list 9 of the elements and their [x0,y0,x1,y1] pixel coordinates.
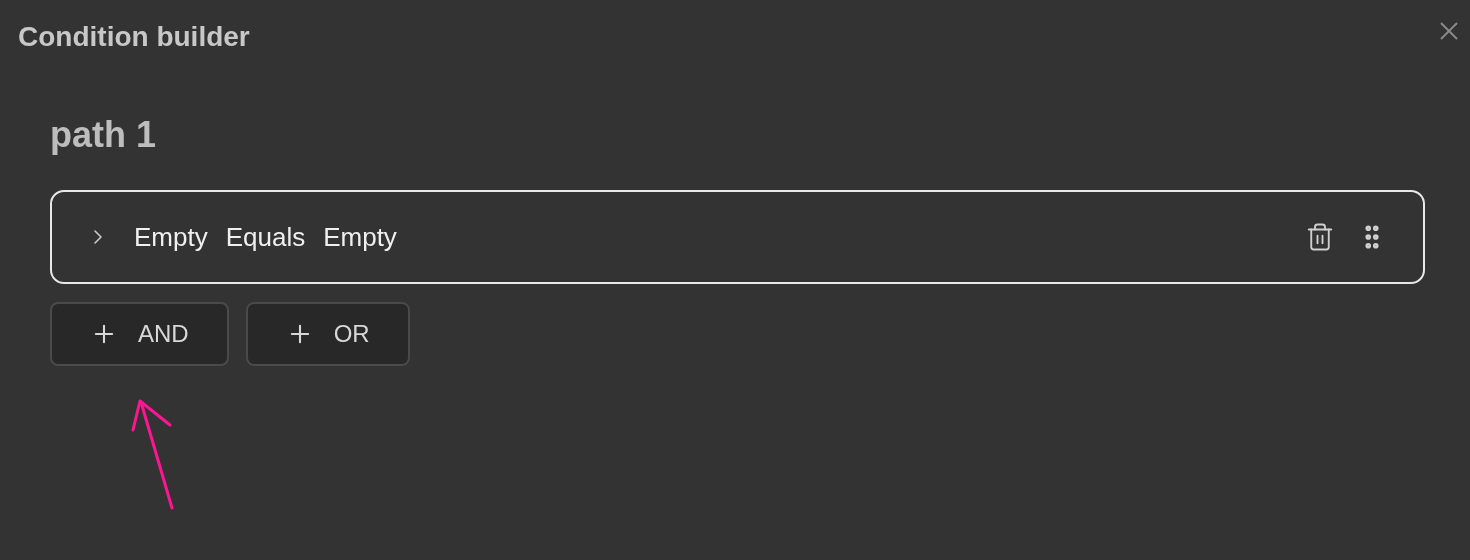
path-title: path 1 [50,113,157,157]
add-condition-button[interactable]: OR [245,302,410,366]
trash-icon[interactable] [1305,222,1335,252]
condition-row[interactable]: Empty Equals Empty [50,190,1425,284]
add-condition-button[interactable]: AND [50,302,229,366]
condition-token[interactable]: Empty [134,217,208,257]
condition-token[interactable]: Empty [323,217,397,257]
dialog-title: Condition builder [18,20,250,54]
condition-token[interactable]: Equals [225,217,306,257]
